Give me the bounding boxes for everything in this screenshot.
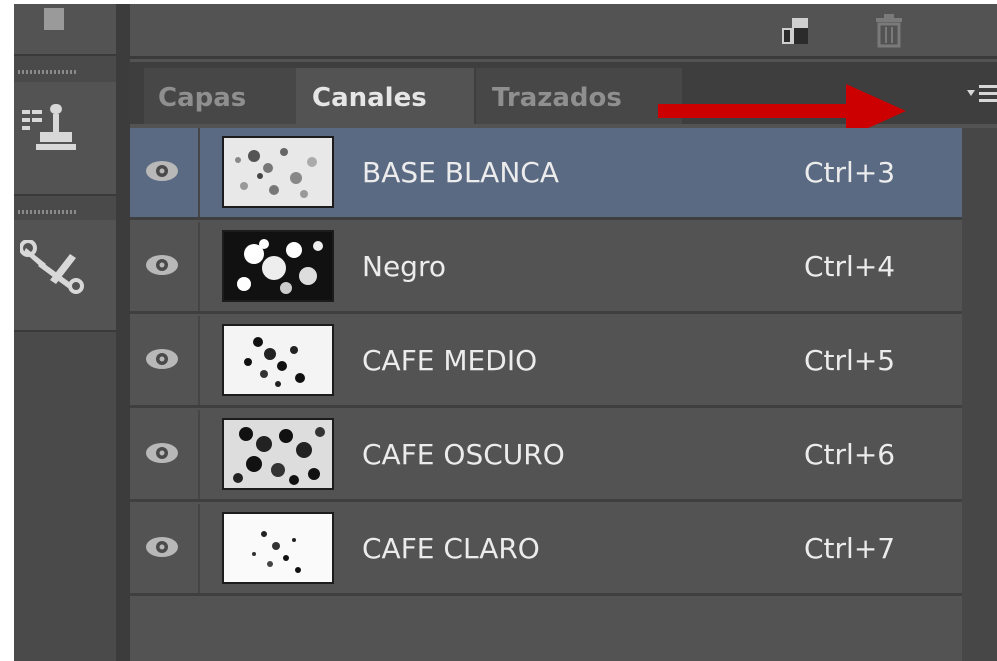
channel-thumbnail [222,418,334,490]
channel-name: CAFE CLARO [362,532,540,565]
photoshop-panel-frame: Capas Canales Trazados BASE BLANCA Ctrl+… [14,4,997,661]
channel-thumbnail [222,136,334,208]
channel-shortcut: Ctrl+6 [804,438,896,471]
channel-row-cafe-medio[interactable]: CAFE MEDIO Ctrl+5 [130,316,962,408]
channel-row-negro[interactable]: Negro Ctrl+4 [130,222,962,314]
channel-shortcut: Ctrl+3 [804,156,896,189]
channel-thumbnail [222,512,334,584]
tab-capas[interactable]: Capas [144,68,296,124]
tool-cell-top[interactable] [14,4,116,56]
channel-shortcut: Ctrl+7 [804,532,896,565]
channel-row-cafe-claro[interactable]: CAFE CLARO Ctrl+7 [130,504,962,596]
eye-icon[interactable] [144,534,180,564]
eye-icon[interactable] [144,346,180,376]
tool-cell-wrench[interactable] [14,220,116,332]
tab-trazados[interactable]: Trazados [476,68,682,124]
channel-shortcut: Ctrl+5 [804,344,896,377]
tools-wrench-icon[interactable] [19,239,84,300]
channel-name: CAFE MEDIO [362,344,538,377]
channel-row-cafe-oscuro[interactable]: CAFE OSCURO Ctrl+6 [130,410,962,502]
channel-list: BASE BLANCA Ctrl+3 Negro Ctrl+4 CAFE MED… [130,128,962,661]
channel-name: BASE BLANCA [362,156,559,189]
eye-icon[interactable] [144,252,180,282]
strip-separator [116,4,130,661]
row-divider [198,504,200,593]
eye-icon[interactable] [144,158,180,188]
panel-toolbar [130,4,997,59]
channel-row-base-blanca[interactable]: BASE BLANCA Ctrl+3 [130,128,962,220]
channel-shortcut: Ctrl+4 [804,250,896,283]
row-divider [198,222,200,311]
eye-icon[interactable] [144,440,180,470]
clone-stamp-icon[interactable] [20,102,78,162]
tool-cell-stamp[interactable] [14,82,116,196]
panel-grip[interactable] [18,70,78,74]
tab-canales[interactable]: Canales [296,68,474,124]
panel-scrollbar[interactable] [962,128,997,661]
panel-grip-2[interactable] [18,210,78,214]
channel-name: CAFE OSCURO [362,438,565,471]
row-divider [198,128,200,217]
document-icon [42,8,66,34]
channel-name: Negro [362,250,446,283]
tool-strip [14,4,116,661]
row-divider [198,410,200,499]
channel-thumbnail [222,230,334,302]
channel-thumbnail [222,324,334,396]
trash-icon[interactable] [874,14,904,52]
row-divider [198,316,200,405]
new-channel-icon[interactable] [780,14,812,50]
panel-menu-icon[interactable] [963,82,997,108]
